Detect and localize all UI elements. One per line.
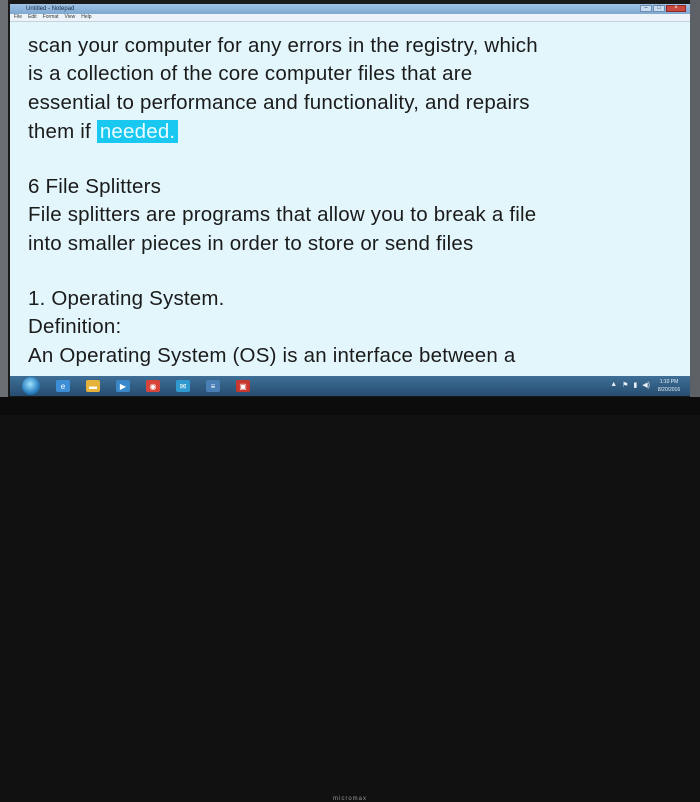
text-line: them if needed. — [28, 120, 179, 144]
clock-time: 1:10 PM — [659, 379, 679, 385]
ie-icon[interactable]: e — [56, 380, 70, 392]
network-icon[interactable]: ▮ — [633, 381, 637, 389]
start-button[interactable] — [22, 377, 40, 395]
media-player-icon[interactable]: ▶ — [116, 380, 130, 392]
menu-view[interactable]: View — [65, 14, 76, 21]
chrome-icon[interactable]: ◉ — [146, 380, 160, 392]
selected-text: needed. — [96, 120, 179, 143]
close-button[interactable]: × — [666, 5, 686, 12]
text-line: Definition: — [28, 315, 122, 338]
folder-icon[interactable]: ▬ — [86, 380, 100, 392]
minimize-button[interactable]: – — [640, 5, 652, 12]
screen: Untitled - Notepad – □ × File Edit Forma… — [10, 4, 690, 396]
background-wall-left — [0, 0, 8, 415]
menu-help[interactable]: Help — [81, 14, 91, 21]
system-tray: ▲ ⚑ ▮ ◀) — [610, 381, 650, 389]
window-title: Untitled - Notepad — [26, 6, 75, 12]
window-titlebar[interactable]: Untitled - Notepad – □ × — [10, 4, 690, 14]
maximize-button[interactable]: □ — [653, 5, 665, 12]
text-line: 6 File Splitters — [28, 175, 162, 198]
clock-date: 8/20/2016 — [657, 387, 681, 393]
text-line: File splitters are programs that allow y… — [28, 203, 537, 226]
text-line: 1. Operating System. — [28, 287, 225, 310]
taskbar: e ▬ ▶ ◉ ✉ ≡ ▣ ▲ ⚑ ▮ ◀) 1:10 PM 8/20/2016 — [10, 376, 690, 396]
text-line: An Operating System (OS) is an interface… — [28, 344, 516, 367]
clock[interactable]: 1:10 PM 8/20/2016 — [654, 378, 684, 394]
text-line: is a collection of the core computer fil… — [28, 62, 473, 85]
monitor-bottom-bezel: micromax — [0, 397, 700, 802]
text-line: scan your computer for any errors in the… — [28, 34, 538, 57]
menu-file[interactable]: File — [14, 14, 22, 21]
menu-bar: File Edit Format View Help — [10, 14, 690, 22]
text-line-segment: them if — [28, 120, 97, 143]
arrow-up-icon[interactable]: ▲ — [610, 381, 617, 389]
flag-icon[interactable]: ⚑ — [622, 381, 628, 389]
notepad-icon[interactable]: ≡ — [206, 380, 220, 392]
pdf-icon[interactable]: ▣ — [236, 380, 250, 392]
text-line: into smaller pieces in order to store or… — [28, 232, 474, 255]
volume-icon[interactable]: ◀) — [642, 381, 650, 389]
menu-edit[interactable]: Edit — [28, 14, 37, 21]
app-icon[interactable]: ✉ — [176, 380, 190, 392]
menu-format[interactable]: Format — [43, 14, 59, 21]
background-wall-right — [690, 0, 700, 415]
window-controls: – □ × — [639, 5, 686, 13]
text-editor-area[interactable]: scan your computer for any errors in the… — [10, 22, 690, 376]
monitor-brand-logo: micromax — [333, 796, 368, 802]
text-line: essential to performance and functionali… — [28, 91, 530, 114]
